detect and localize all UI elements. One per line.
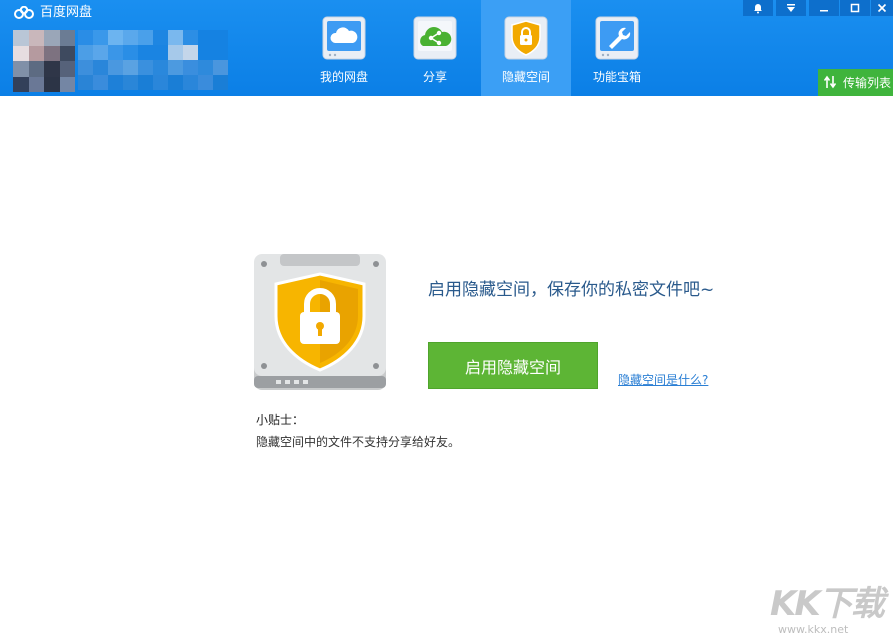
tab-hidden-space[interactable]: 隐藏空间 [481,0,571,96]
watermark-url: www.kkx.net [778,623,849,636]
app-window: 百度网盘 我的网盘 分享 隐藏空间 功能宝箱 传输列表 启用隐藏空间，保存你的私… [0,0,893,639]
close-icon [877,3,887,13]
transfer-list-label: 传输列表 [843,76,892,90]
dropdown-icon [787,4,795,12]
tab-label: 我的网盘 [319,70,368,84]
watermark-text: KK下载 [770,584,885,624]
minimize-button[interactable] [809,0,839,16]
cloud-icon [322,16,366,60]
maximize-icon [850,3,860,13]
tip-title: 小贴士： [256,413,305,427]
enable-hidden-space-button[interactable]: 启用隐藏空间 [428,342,598,389]
tab-label: 隐藏空间 [501,70,550,84]
tip-text: 隐藏空间中的文件不支持分享给好友。 [256,435,461,449]
close-button[interactable] [871,0,893,16]
tab-label: 功能宝箱 [592,70,641,84]
bell-icon [754,4,762,14]
wrench-icon [595,16,639,60]
minimize-icon [820,10,828,12]
transfer-list-button[interactable]: 传输列表 [818,69,893,96]
safe-lock-illustration [254,254,386,390]
tab-share[interactable]: 分享 [390,0,480,96]
avatar[interactable] [13,30,75,92]
transfer-arrows-icon [824,75,836,89]
baidu-netdisk-logo [14,6,34,19]
menu-dropdown-button[interactable] [776,0,806,16]
tab-toolbox[interactable]: 功能宝箱 [572,0,662,96]
notification-button[interactable] [743,0,773,16]
hidden-space-headline: 启用隐藏空间，保存你的私密文件吧~ [428,280,715,300]
kkx-watermark: KK下载 www.kkx.net [770,585,888,637]
share-icon [413,16,457,60]
username-pixelated [78,30,228,90]
tab-label: 分享 [422,70,447,84]
tab-my-disk[interactable]: 我的网盘 [299,0,389,96]
lock-shield-icon [504,16,548,60]
what-is-hidden-space-link[interactable]: 隐藏空间是什么? [618,372,708,388]
title-bar: 百度网盘 我的网盘 分享 隐藏空间 功能宝箱 传输列表 [0,0,893,96]
app-title: 百度网盘 [40,5,93,20]
maximize-button[interactable] [840,0,870,16]
